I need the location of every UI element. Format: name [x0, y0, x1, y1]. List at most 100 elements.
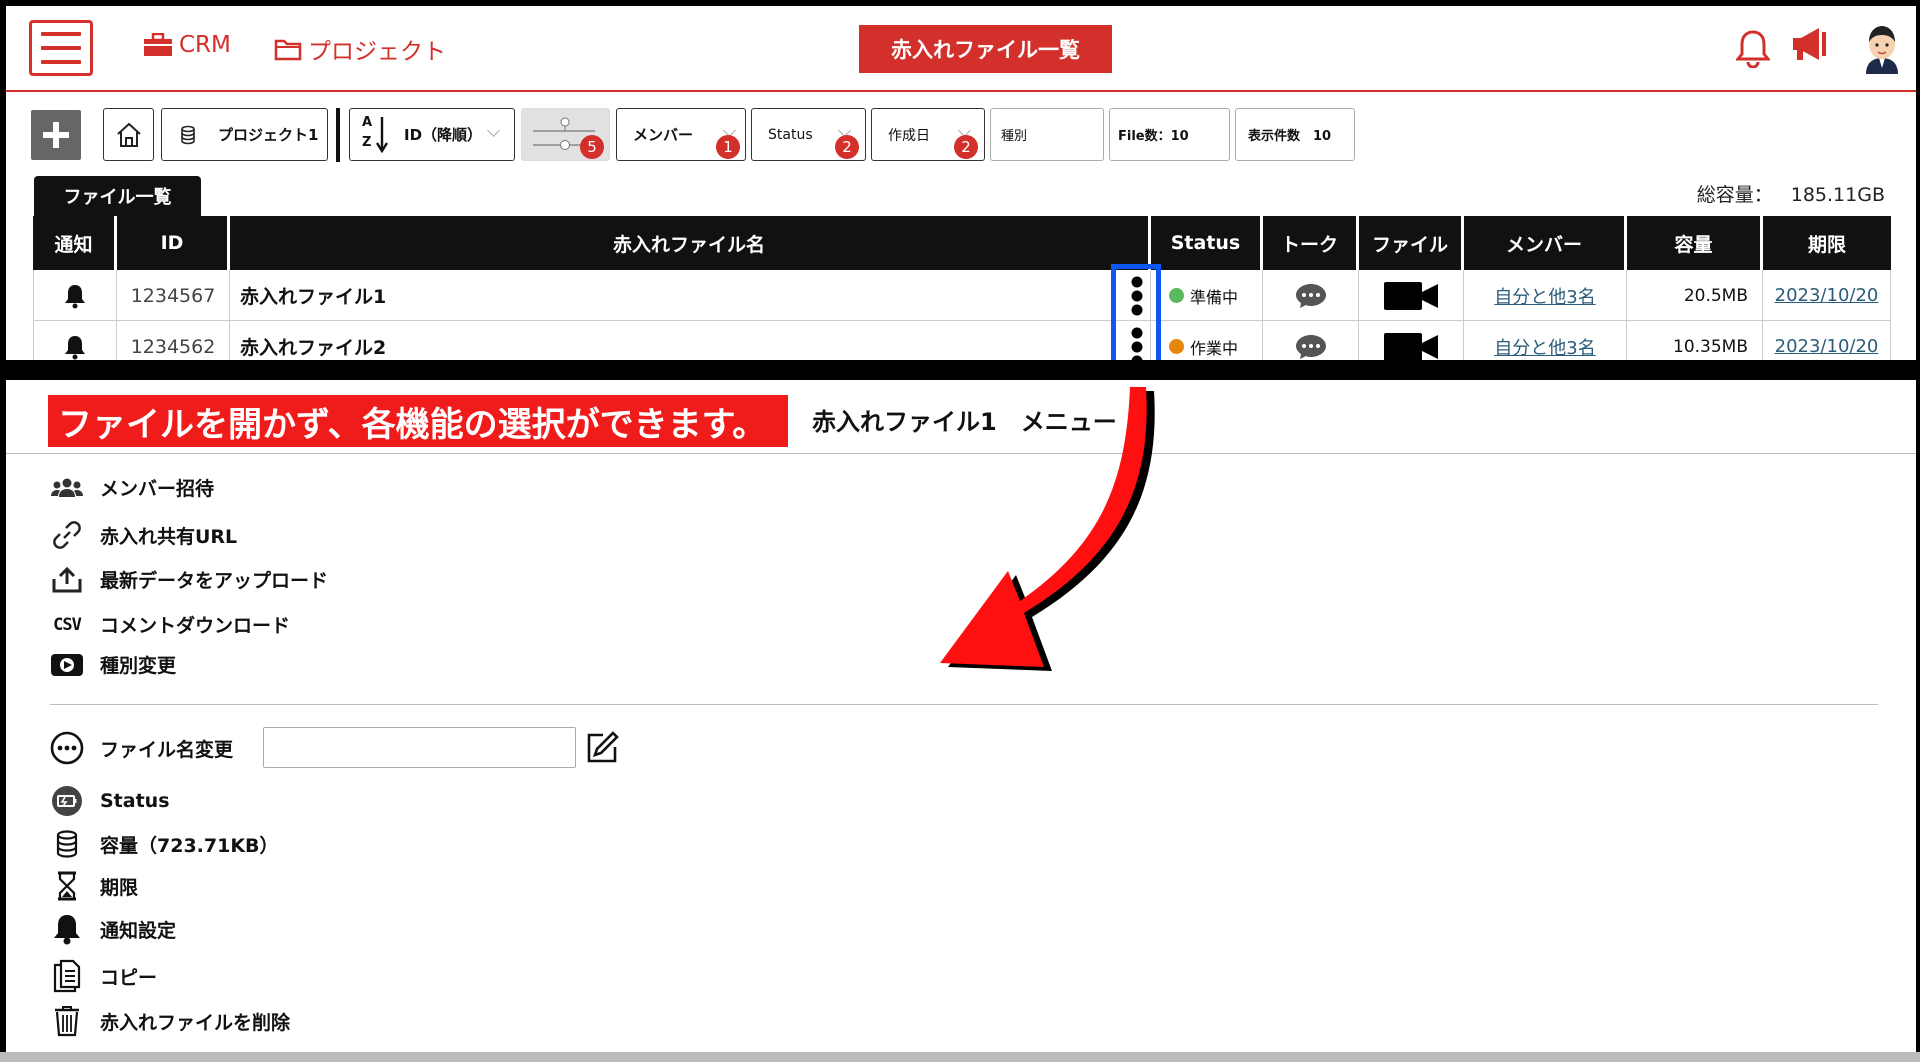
member-filter[interactable]: メンバー 1	[616, 108, 746, 161]
column-header-status[interactable]: Status	[1151, 216, 1263, 270]
plus-icon	[43, 122, 69, 148]
hamburger-line	[41, 46, 81, 50]
home-button[interactable]	[103, 108, 154, 161]
hamburger-line	[41, 60, 81, 64]
status-text: 準備中	[1190, 287, 1239, 307]
bottom-edge	[0, 1052, 1920, 1062]
play-icon	[50, 653, 84, 676]
created-date-count-badge: 2	[954, 135, 978, 159]
menu-item-capacity: 容量（723.71KB）	[50, 830, 279, 858]
menu-item-share-url[interactable]: 赤入れ共有URL	[50, 520, 237, 550]
menu-item-label: Status	[100, 790, 170, 812]
column-header-id[interactable]: ID	[117, 216, 230, 270]
column-header-deadline[interactable]: 期限	[1763, 216, 1891, 270]
video-camera-icon[interactable]	[1384, 332, 1438, 361]
crm-link[interactable]: CRM	[143, 32, 231, 58]
menu-item-delete-file[interactable]: 赤入れファイルを削除	[50, 1005, 290, 1037]
menu-item-deadline[interactable]: 期限	[50, 871, 138, 901]
column-header-size[interactable]: 容量	[1627, 216, 1763, 270]
type-filter-label: 種別	[1001, 129, 1028, 144]
deadline-link[interactable]: 2023/10/20	[1775, 285, 1879, 306]
bell-icon[interactable]	[1736, 28, 1770, 68]
video-camera-icon[interactable]	[1384, 281, 1438, 310]
hamburger-menu-button[interactable]	[29, 20, 93, 76]
filter-settings-button[interactable]: 5	[521, 108, 610, 161]
upload-icon	[50, 566, 84, 593]
menu-item-label: 容量（723.71KB）	[100, 834, 279, 857]
display-count-label: 表示件数 10	[1248, 129, 1332, 144]
edit-icon[interactable]	[585, 729, 621, 765]
file-cell	[1359, 270, 1464, 321]
csv-icon: CSV	[53, 614, 82, 635]
project-selector-label: プロジェクト1	[218, 126, 319, 144]
table-row[interactable]: 1234567 赤入れファイル1 準備中 自分と他3名 20.5MB 2023/…	[33, 270, 1891, 321]
chat-bubble-icon[interactable]	[1294, 333, 1328, 361]
menu-item-change-type[interactable]: 種別変更	[50, 651, 176, 678]
column-header-filename[interactable]: 赤入れファイル名	[230, 216, 1151, 270]
battery-icon	[50, 785, 84, 817]
column-header-member[interactable]: メンバー	[1464, 216, 1627, 270]
menu-item-invite-member[interactable]: メンバー招待	[50, 474, 214, 501]
crm-label: CRM	[179, 32, 231, 58]
page-title: 赤入れファイル一覧	[859, 25, 1112, 73]
ellipsis-circle-icon	[50, 731, 84, 765]
users-icon	[50, 477, 84, 499]
menu-item-label: 通知設定	[100, 919, 177, 942]
sort-dropdown[interactable]: A Z ID（降順）	[349, 108, 515, 161]
menu-item-copy[interactable]: コピー	[50, 959, 157, 993]
sort-a-letter: A	[362, 114, 373, 130]
column-header-notify[interactable]: 通知	[33, 216, 117, 270]
menu-item-upload-latest[interactable]: 最新データをアップロード	[50, 566, 328, 593]
avatar[interactable]	[1858, 22, 1906, 74]
member-filter-label: メンバー	[633, 126, 694, 144]
menu-item-label: コメントダウンロード	[100, 615, 291, 637]
created-date-filter[interactable]: 作成日 2	[871, 108, 985, 161]
column-header-talk[interactable]: トーク	[1263, 216, 1359, 270]
talk-cell	[1263, 270, 1359, 321]
deadline-link[interactable]: 2023/10/20	[1775, 336, 1879, 357]
toolbar-divider	[336, 108, 340, 162]
rename-input[interactable]	[263, 727, 576, 768]
copy-icon	[50, 959, 84, 993]
briefcase-icon	[144, 33, 172, 56]
hourglass-icon	[50, 871, 84, 901]
status-filter[interactable]: Status 2	[751, 108, 866, 161]
tab-file-list[interactable]: ファイル一覧	[34, 176, 201, 216]
bell-icon[interactable]	[64, 334, 86, 360]
menu-item-label: 期限	[100, 876, 139, 899]
file-size: 20.5MB	[1627, 270, 1763, 321]
status-dot-orange	[1169, 339, 1184, 354]
status-text: 作業中	[1190, 338, 1239, 358]
display-count-selector[interactable]: 表示件数 10	[1235, 108, 1355, 161]
table-header: 通知 ID 赤入れファイル名 Status トーク ファイル メンバー 容量 期…	[33, 216, 1891, 270]
bell-icon[interactable]	[64, 283, 86, 309]
type-filter[interactable]: 種別	[990, 108, 1104, 161]
database-icon	[181, 125, 195, 144]
hamburger-line	[41, 32, 81, 36]
chevron-down-icon	[487, 124, 500, 137]
member-link[interactable]: 自分と他3名	[1494, 334, 1595, 360]
megaphone-icon[interactable]	[1789, 26, 1829, 62]
deadline-cell: 2023/10/20	[1763, 270, 1891, 321]
add-button[interactable]	[31, 110, 81, 160]
column-header-file[interactable]: ファイル	[1359, 216, 1464, 270]
menu-item-comment-download[interactable]: CSV コメントダウンロード	[50, 611, 290, 638]
sort-z-letter: Z	[362, 134, 372, 150]
file-name-link[interactable]: 赤入れファイル1	[230, 270, 1151, 321]
sort-label: ID（降順）	[404, 126, 483, 144]
total-capacity-value: 185.11GB	[1790, 184, 1885, 206]
chat-bubble-icon[interactable]	[1294, 282, 1328, 310]
status-dot-green	[1169, 288, 1184, 303]
project-link[interactable]: プロジェクト	[274, 32, 446, 66]
top-header: CRM プロジェクト 赤入れファイル一覧	[6, 6, 1916, 92]
menu-item-label: ファイル名変更	[100, 738, 234, 761]
menu-item-notify-settings[interactable]: 通知設定	[50, 913, 176, 945]
bell-icon	[50, 913, 84, 945]
database-icon	[50, 830, 84, 858]
file-id: 1234567	[117, 270, 230, 321]
sort-az-icon: A Z	[362, 115, 392, 155]
member-link[interactable]: 自分と他3名	[1494, 283, 1595, 309]
project-selector[interactable]: プロジェクト1	[161, 108, 328, 161]
notify-cell	[33, 270, 117, 321]
menu-item-status[interactable]: Status	[50, 785, 170, 817]
